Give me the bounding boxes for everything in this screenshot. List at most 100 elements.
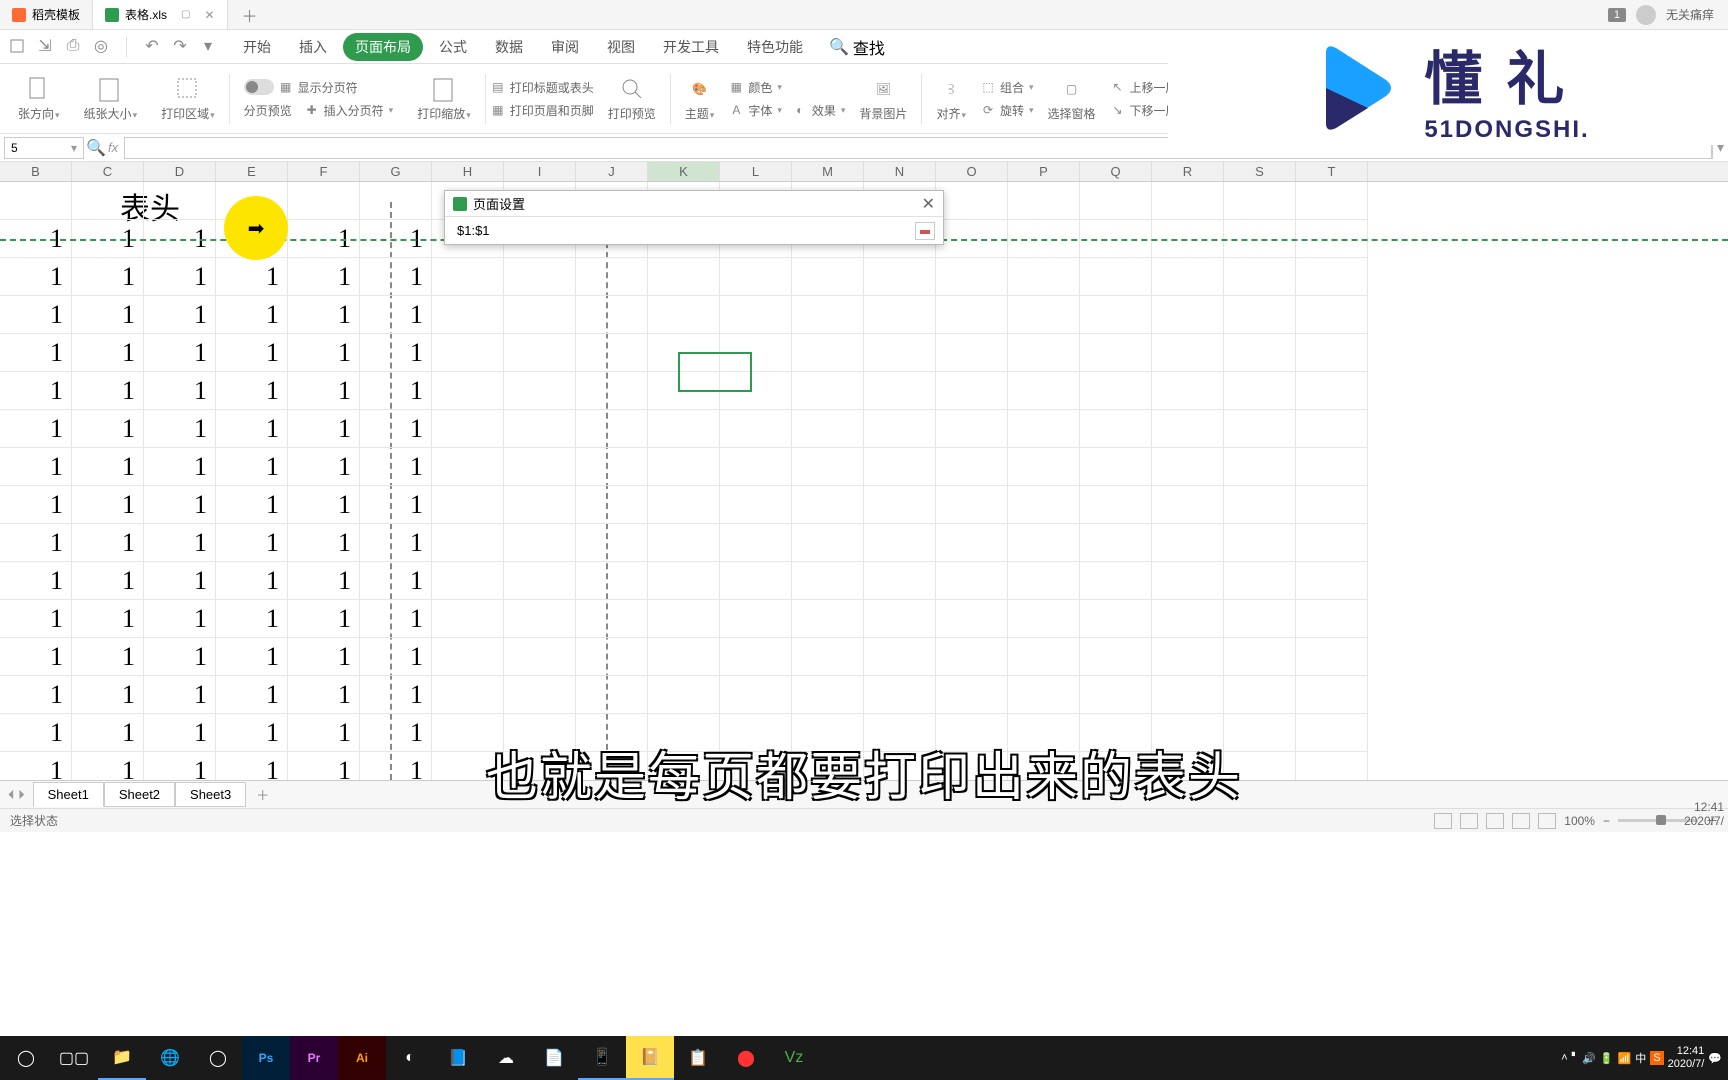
column-header[interactable]: K <box>648 162 720 181</box>
record-icon[interactable]: ⬤ <box>722 1036 770 1080</box>
printarea-button[interactable]: 打印区域▾ <box>151 68 225 129</box>
cell[interactable]: 1 <box>216 372 288 410</box>
cell[interactable] <box>1080 600 1152 638</box>
cell[interactable]: 1 <box>360 524 432 562</box>
range-collapse-icon[interactable] <box>915 222 935 240</box>
cell[interactable] <box>864 486 936 524</box>
cell[interactable]: 1 <box>72 486 144 524</box>
column-header[interactable]: H <box>432 162 504 181</box>
cell[interactable]: 1 <box>360 562 432 600</box>
cell[interactable]: 1 <box>72 676 144 714</box>
undo-icon[interactable]: ↶ <box>143 37 161 55</box>
cell[interactable]: 1 <box>144 372 216 410</box>
cell[interactable] <box>864 258 936 296</box>
tab-start[interactable]: 开始 <box>231 33 283 61</box>
cell[interactable] <box>432 334 504 372</box>
cell[interactable] <box>720 486 792 524</box>
cell[interactable] <box>1008 296 1080 334</box>
cell[interactable] <box>432 258 504 296</box>
column-header[interactable]: P <box>1008 162 1080 181</box>
cell[interactable]: 1 <box>216 410 288 448</box>
explorer-icon[interactable]: 📁 <box>98 1036 146 1080</box>
cell[interactable] <box>648 600 720 638</box>
cell[interactable]: 1 <box>360 714 432 752</box>
cell[interactable] <box>1008 448 1080 486</box>
grid[interactable]: 表头 1111111111111111111111111111111111111… <box>0 182 1728 780</box>
cell[interactable]: 1 <box>144 524 216 562</box>
tab-view[interactable]: 视图 <box>595 33 647 61</box>
cell[interactable] <box>576 334 648 372</box>
cell[interactable]: 1 <box>216 714 288 752</box>
cell[interactable] <box>1008 524 1080 562</box>
cell[interactable] <box>936 372 1008 410</box>
export-icon[interactable]: ⇲ <box>36 37 54 55</box>
cell[interactable]: 1 <box>72 524 144 562</box>
cell[interactable]: 1 <box>144 296 216 334</box>
cell[interactable] <box>1080 562 1152 600</box>
cell[interactable]: 1 <box>216 752 288 780</box>
cell[interactable]: 1 <box>288 524 360 562</box>
cell[interactable]: 1 <box>360 448 432 486</box>
cell[interactable] <box>576 296 648 334</box>
cell[interactable] <box>576 486 648 524</box>
cell[interactable] <box>792 410 864 448</box>
cell[interactable] <box>864 334 936 372</box>
column-header[interactable]: Q <box>1080 162 1152 181</box>
cell[interactable]: 1 <box>288 448 360 486</box>
close-icon[interactable]: ✕ <box>204 8 214 22</box>
tab-add-button[interactable]: ＋ <box>228 3 272 27</box>
photoshop-icon[interactable]: Ps <box>242 1036 290 1080</box>
cell[interactable] <box>936 600 1008 638</box>
cell[interactable] <box>864 676 936 714</box>
cell[interactable]: 1 <box>360 258 432 296</box>
cell[interactable]: 1 <box>72 372 144 410</box>
restore-icon[interactable]: ▢ <box>181 9 190 20</box>
sogou-icon[interactable]: S <box>1650 1051 1663 1065</box>
cell[interactable] <box>1224 524 1296 562</box>
cell[interactable]: 1 <box>288 410 360 448</box>
cell[interactable] <box>1008 334 1080 372</box>
cell[interactable] <box>1224 676 1296 714</box>
edge-icon[interactable]: 🌐 <box>146 1036 194 1080</box>
cell[interactable] <box>432 638 504 676</box>
cell[interactable]: 1 <box>144 714 216 752</box>
cell[interactable] <box>1296 296 1368 334</box>
redo-icon[interactable]: ↷ <box>171 37 189 55</box>
tray-up-icon[interactable]: ˄ <box>1561 1052 1567 1064</box>
cell[interactable]: 1 <box>72 638 144 676</box>
cell[interactable] <box>1224 296 1296 334</box>
cell[interactable] <box>1224 448 1296 486</box>
taskview-icon[interactable]: ▢▢ <box>50 1036 98 1080</box>
color-button[interactable]: ▦颜色▾ <box>728 79 845 96</box>
cell[interactable]: 1 <box>0 524 72 562</box>
cell[interactable] <box>792 372 864 410</box>
cell[interactable] <box>1296 714 1368 752</box>
cell[interactable] <box>504 410 576 448</box>
cell[interactable] <box>504 334 576 372</box>
cell[interactable]: 1 <box>72 334 144 372</box>
cell[interactable] <box>864 448 936 486</box>
cell[interactable]: 1 <box>72 410 144 448</box>
cell[interactable]: 1 <box>216 258 288 296</box>
cell[interactable]: 1 <box>144 258 216 296</box>
column-header[interactable]: T <box>1296 162 1368 181</box>
cell[interactable] <box>1224 638 1296 676</box>
cell[interactable] <box>504 448 576 486</box>
column-header[interactable]: C <box>72 162 144 181</box>
cell[interactable] <box>576 258 648 296</box>
fx-label[interactable]: fx <box>108 140 118 155</box>
dialog-titlebar[interactable]: 页面设置 ✕ <box>445 191 943 217</box>
app-icon[interactable]: 📘 <box>434 1036 482 1080</box>
cell[interactable] <box>1296 752 1368 780</box>
cell[interactable] <box>1008 600 1080 638</box>
ribbon-search[interactable]: 🔍 查找 <box>829 35 885 59</box>
cell[interactable] <box>1080 486 1152 524</box>
cell[interactable] <box>1152 638 1224 676</box>
column-header[interactable]: S <box>1224 162 1296 181</box>
cell[interactable] <box>576 372 648 410</box>
cell[interactable]: 1 <box>72 296 144 334</box>
page-setup-dialog[interactable]: 页面设置 ✕ $1:$1 <box>444 190 944 245</box>
cell[interactable]: 1 <box>360 296 432 334</box>
view-reading-icon[interactable] <box>1512 813 1530 829</box>
cell[interactable] <box>648 258 720 296</box>
